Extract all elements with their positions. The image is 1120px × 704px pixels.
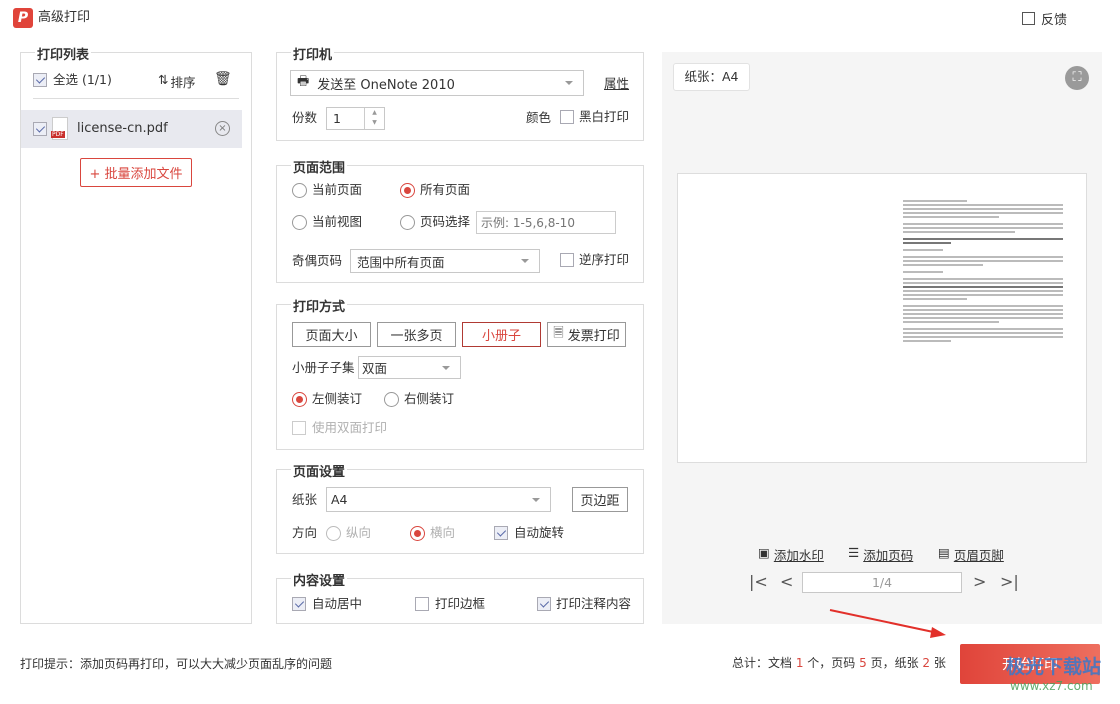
portrait-radio[interactable] (326, 526, 341, 541)
page-number-icon: ☰ (848, 545, 860, 560)
print-list-legend: 打印列表 (35, 44, 92, 63)
copies-label: 份数 (292, 110, 318, 125)
page-setup-legend: 页面设置 (291, 461, 348, 480)
print-annotations-checkbox[interactable] (537, 597, 551, 611)
mode-invoice-button[interactable]: 🗏 发票打印 (547, 322, 626, 347)
content-settings-legend: 内容设置 (291, 570, 348, 589)
remove-file-icon[interactable]: × (215, 121, 230, 136)
print-tip: 打印提示：添加页码再打印，可以大大减少页面乱序的问题 (20, 657, 333, 671)
select-all-checkbox[interactable] (33, 73, 47, 87)
current-page-label: 当前页面 (312, 182, 363, 197)
odd-even-select[interactable]: 范围中所有页面 (350, 249, 540, 273)
app-logo: P (13, 8, 33, 28)
add-watermark-link[interactable]: ▣ 添加水印 (758, 545, 824, 564)
orientation-label: 方向 (292, 525, 318, 540)
right-binding-label: 右侧装订 (404, 391, 455, 406)
print-annotations-label: 打印注释内容 (556, 596, 632, 611)
auto-rotate-label: 自动旋转 (514, 525, 565, 540)
page-range-input[interactable] (476, 211, 616, 234)
sort-icon: ⇅ (158, 72, 169, 87)
annotation-arrow (829, 609, 946, 638)
last-page-button[interactable]: >| (1000, 572, 1019, 591)
header-footer-link[interactable]: ▤ 页眉页脚 (938, 545, 1004, 564)
current-view-radio[interactable] (292, 215, 307, 230)
landscape-label: 横向 (430, 525, 456, 540)
current-view-label: 当前视图 (312, 214, 363, 229)
print-border-checkbox[interactable] (415, 597, 429, 611)
divider (33, 98, 239, 99)
pdf-file-icon: PDF (51, 117, 68, 140)
select-all-label: 全选 (1/1) (53, 72, 112, 87)
duplex-checkbox[interactable] (292, 421, 306, 435)
sort-button[interactable]: ⇅ 排序 (158, 72, 196, 91)
reverse-print-checkbox[interactable] (560, 253, 574, 267)
print-mode-legend: 打印方式 (291, 296, 348, 315)
first-page-button[interactable]: |< (749, 572, 768, 591)
printer-icon: 🖶 (297, 74, 310, 89)
page-range-legend: 页面范围 (291, 157, 348, 176)
mode-booklet-button[interactable]: 小册子 (462, 322, 541, 347)
paper-size-chip: 纸张：A4 (673, 63, 750, 91)
reverse-print-label: 逆序打印 (579, 252, 630, 267)
print-border-label: 打印边框 (435, 596, 486, 611)
prev-page-button[interactable]: < (780, 572, 793, 591)
auto-rotate-checkbox[interactable] (494, 526, 508, 540)
spinner-arrows[interactable]: ▲ ▼ (364, 108, 384, 129)
auto-center-checkbox[interactable] (292, 597, 306, 611)
file-list-item[interactable]: PDF license-cn.pdf × (21, 110, 242, 148)
all-pages-label: 所有页面 (420, 182, 471, 197)
file-name: license-cn.pdf (77, 121, 168, 136)
next-page-button[interactable]: > (973, 572, 986, 591)
header-footer-icon: ▤ (938, 545, 950, 560)
feedback-button[interactable]: 反馈 (1022, 9, 1067, 28)
margins-button[interactable]: 页边距 (572, 487, 628, 512)
booklet-subset-label: 小册子子集 (292, 360, 355, 375)
right-binding-radio[interactable] (384, 392, 399, 407)
invoice-icon: 🗏 (553, 325, 564, 341)
page-preview (677, 173, 1087, 463)
auto-center-label: 自动居中 (312, 596, 363, 611)
watermark-icon: ▣ (758, 545, 770, 560)
duplex-label: 使用双面打印 (312, 420, 388, 435)
left-binding-label: 左侧装订 (312, 391, 363, 406)
printer-legend: 打印机 (291, 44, 335, 63)
printer-select[interactable]: 🖶 发送至 OneNote 2010 (290, 70, 584, 96)
mode-page-size-button[interactable]: 页面大小 (292, 322, 371, 347)
mode-multi-page-button[interactable]: 一张多页 (377, 322, 456, 347)
booklet-subset-select[interactable]: 双面 (358, 356, 461, 379)
bw-print-checkbox[interactable] (560, 110, 574, 124)
left-binding-radio[interactable] (292, 392, 307, 407)
print-summary: 总计：文档 1 个，页码 5 页，纸张 2 张 (732, 656, 946, 670)
feedback-icon (1022, 12, 1035, 25)
all-pages-radio[interactable] (400, 183, 415, 198)
landscape-radio[interactable] (410, 526, 425, 541)
bw-print-label: 黑白打印 (579, 109, 630, 124)
printer-properties-link[interactable]: 属性 (604, 76, 629, 92)
portrait-label: 纵向 (346, 525, 372, 540)
paper-select[interactable]: A4 (326, 487, 551, 512)
current-page-radio[interactable] (292, 183, 307, 198)
delete-icon[interactable]: 🗑 (214, 71, 232, 87)
page-indicator-input[interactable]: 1/4 (802, 572, 962, 593)
page-select-label: 页码选择 (420, 214, 471, 229)
color-label: 颜色 (526, 110, 552, 125)
file-checkbox[interactable] (33, 122, 47, 136)
add-page-number-link[interactable]: ☰ 添加页码 (848, 545, 913, 564)
paper-label: 纸张 (292, 492, 318, 507)
odd-even-label: 奇偶页码 (292, 253, 343, 268)
copies-spinner[interactable]: 1 ▲ ▼ (326, 107, 385, 130)
page-select-radio[interactable] (400, 215, 415, 230)
add-files-button[interactable]: + 批量添加文件 (80, 158, 192, 187)
fullscreen-icon[interactable]: ⛶ (1065, 66, 1089, 90)
window-title: 高级打印 (38, 10, 91, 25)
document-text-preview (903, 198, 1063, 344)
start-print-button[interactable]: 开始打印 (960, 644, 1100, 684)
